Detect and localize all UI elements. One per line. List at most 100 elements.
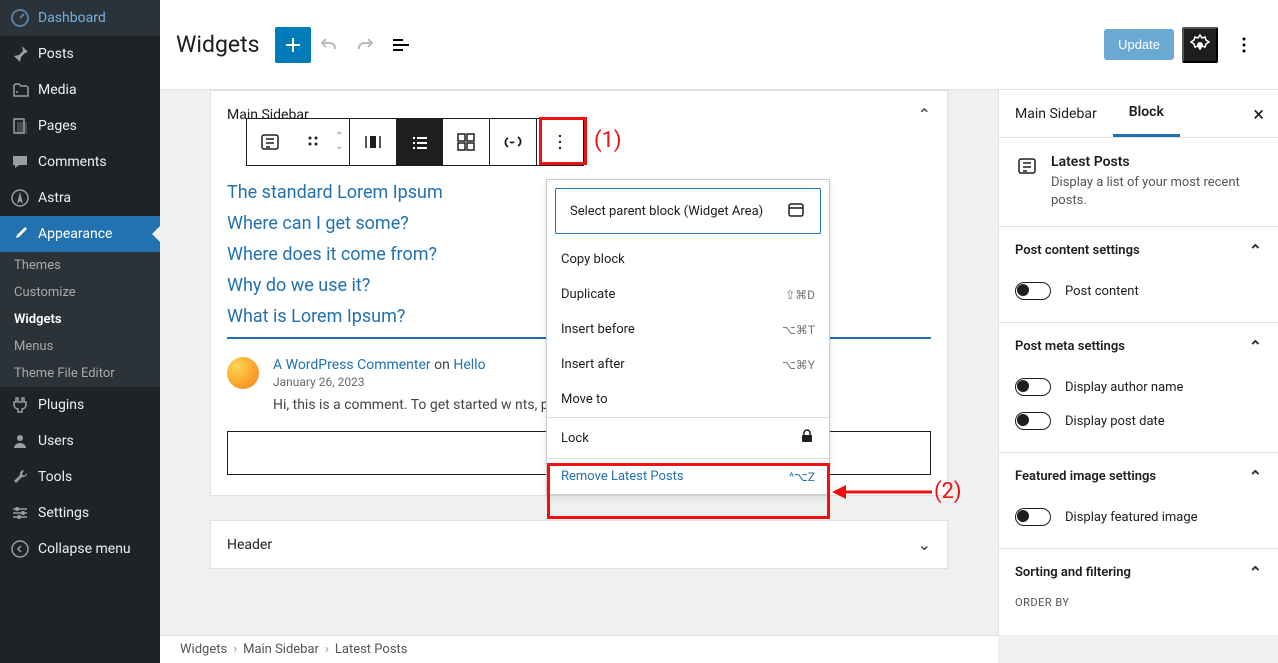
widget-area-title: Header xyxy=(227,537,272,553)
ctx-lock[interactable]: Lock xyxy=(547,418,829,458)
grid-view-button[interactable] xyxy=(443,119,489,165)
page-icon xyxy=(10,116,30,136)
nav-dashboard[interactable]: Dashboard xyxy=(0,0,160,36)
nav-pages[interactable]: Pages xyxy=(0,108,160,144)
nav-label: Tools xyxy=(38,469,72,485)
block-toolbar: ⌃⌄ xyxy=(246,118,584,166)
nav-posts[interactable]: Posts xyxy=(0,36,160,72)
nav-astra[interactable]: Astra xyxy=(0,180,160,216)
nav-label: Settings xyxy=(38,505,89,521)
block-options-button[interactable] xyxy=(537,119,583,165)
section-header[interactable]: Post meta settings⌃ xyxy=(999,323,1278,370)
toggle-post-date[interactable] xyxy=(1015,412,1051,430)
chevron-down-icon: ⌄ xyxy=(918,535,931,554)
nav-label: Comments xyxy=(38,154,107,170)
block-name: Latest Posts xyxy=(1051,154,1262,170)
section-post-meta: Post meta settings⌃ Display author name … xyxy=(999,322,1278,452)
ctx-remove-block[interactable]: Remove Latest Posts ^⌥Z xyxy=(547,459,829,494)
toggle-post-content[interactable] xyxy=(1015,282,1051,300)
ctx-insert-after[interactable]: Insert after⌥⌘Y xyxy=(547,347,829,382)
ctx-label: Duplicate xyxy=(561,287,615,302)
breadcrumb-item[interactable]: Latest Posts xyxy=(335,642,408,657)
list-view-button[interactable] xyxy=(383,27,419,63)
section-title: Post content settings xyxy=(1015,243,1140,258)
toggle-label: Display featured image xyxy=(1065,510,1198,525)
page-title: Widgets xyxy=(176,31,259,58)
settings-tabs: Main Sidebar Block × xyxy=(999,90,1278,138)
breadcrumb-item[interactable]: Widgets xyxy=(180,642,227,657)
redo-button[interactable] xyxy=(347,27,383,63)
avatar xyxy=(227,357,259,389)
ctx-insert-before[interactable]: Insert before ⌥⌘T xyxy=(547,312,829,347)
ctx-copy-block[interactable]: Copy block xyxy=(547,242,829,277)
section-header[interactable]: Sorting and filtering⌃ xyxy=(999,549,1278,596)
annotation-label-2: (2) xyxy=(934,479,962,504)
nav-appearance[interactable]: Appearance xyxy=(0,216,160,252)
ctx-shortcut: ^⌥Z xyxy=(789,470,815,484)
breadcrumb-item[interactable]: Main Sidebar xyxy=(243,642,319,657)
toggle-featured-image[interactable] xyxy=(1015,508,1051,526)
toggle-label: Display post date xyxy=(1065,414,1165,429)
add-block-button[interactable] xyxy=(275,27,311,63)
toggle-author-name[interactable] xyxy=(1015,378,1051,396)
update-button[interactable]: Update xyxy=(1104,29,1174,60)
comment-post-link[interactable]: Hello xyxy=(453,357,485,373)
block-card: Latest Posts Display a list of your most… xyxy=(999,138,1278,226)
chevron-up-icon: ⌃ xyxy=(1249,563,1262,582)
submenu-widgets[interactable]: Widgets xyxy=(0,306,160,333)
ctx-move-to[interactable]: Move to xyxy=(547,382,829,417)
section-sorting: Sorting and filtering⌃ ORDER BY xyxy=(999,548,1278,623)
nav-tools[interactable]: Tools xyxy=(0,459,160,495)
toggle-label: Post content xyxy=(1065,284,1139,299)
move-down-icon[interactable]: ⌄ xyxy=(335,142,343,152)
submenu-themes[interactable]: Themes xyxy=(0,252,160,279)
block-type-button[interactable] xyxy=(247,119,293,165)
widget-area-header[interactable]: Header ⌄ xyxy=(211,521,947,568)
brush-icon xyxy=(10,224,30,244)
tab-widget-area[interactable]: Main Sidebar xyxy=(999,92,1113,136)
align-button[interactable] xyxy=(350,119,396,165)
nav-plugins[interactable]: Plugins xyxy=(0,387,160,423)
section-header[interactable]: Post content settings⌃ xyxy=(999,227,1278,274)
list-view-button[interactable] xyxy=(397,119,443,165)
nav-label: Collapse menu xyxy=(38,541,131,557)
settings-panel: Main Sidebar Block × Latest Posts Displa… xyxy=(998,90,1278,635)
link-button[interactable] xyxy=(490,119,536,165)
section-post-content: Post content settings⌃ Post content xyxy=(999,226,1278,322)
media-icon xyxy=(10,80,30,100)
ctx-label: Lock xyxy=(561,431,589,446)
block-breadcrumb: Widgets › Main Sidebar › Latest Posts xyxy=(160,635,998,663)
drag-handle[interactable] xyxy=(293,119,329,165)
undo-button[interactable] xyxy=(311,27,347,63)
astra-icon xyxy=(10,188,30,208)
dashboard-icon xyxy=(10,8,30,28)
ctx-label: Remove Latest Posts xyxy=(561,469,684,484)
move-arrows[interactable]: ⌃⌄ xyxy=(329,132,349,152)
ctx-select-parent[interactable]: Select parent block (Widget Area) xyxy=(555,188,821,234)
options-button[interactable] xyxy=(1226,27,1262,63)
nav-comments[interactable]: Comments xyxy=(0,144,160,180)
nav-collapse[interactable]: Collapse menu xyxy=(0,531,160,567)
nav-label: Plugins xyxy=(38,397,84,413)
ctx-shortcut: ⌥⌘Y xyxy=(782,358,815,372)
tab-block[interactable]: Block xyxy=(1113,90,1180,137)
latest-posts-icon xyxy=(1015,154,1039,178)
nav-settings[interactable]: Settings xyxy=(0,495,160,531)
settings-toggle-button[interactable] xyxy=(1182,27,1218,63)
lock-icon xyxy=(799,428,815,448)
nav-label: Pages xyxy=(38,118,77,134)
submenu-customize[interactable]: Customize xyxy=(0,279,160,306)
ctx-duplicate[interactable]: Duplicate ⇧⌘D xyxy=(547,277,829,312)
nav-users[interactable]: Users xyxy=(0,423,160,459)
section-header[interactable]: Featured image settings⌃ xyxy=(999,453,1278,500)
collapse-icon xyxy=(10,539,30,559)
nav-media[interactable]: Media xyxy=(0,72,160,108)
editor-header: Widgets Update xyxy=(160,0,1278,90)
close-settings-button[interactable]: × xyxy=(1239,102,1278,126)
submenu-theme-file-editor[interactable]: Theme File Editor xyxy=(0,360,160,387)
ctx-shortcut: ⇧⌘D xyxy=(785,288,815,302)
ctx-label: Insert before xyxy=(561,322,635,337)
ctx-shortcut: ⌥⌘T xyxy=(782,323,815,337)
commenter-link[interactable]: A WordPress Commenter xyxy=(273,357,431,373)
submenu-menus[interactable]: Menus xyxy=(0,333,160,360)
